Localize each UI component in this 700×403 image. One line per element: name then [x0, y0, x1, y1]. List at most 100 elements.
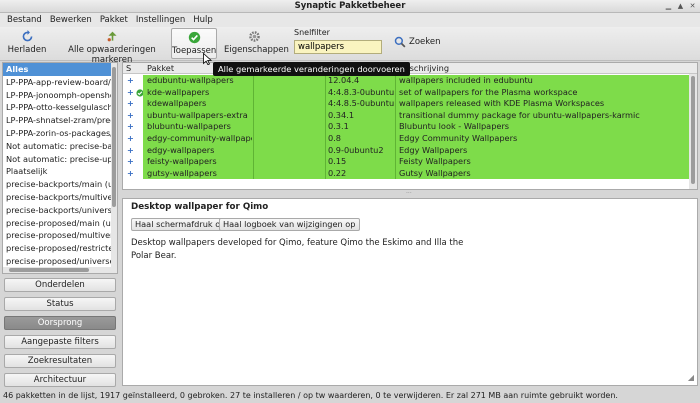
row-version: 0.15	[328, 156, 347, 167]
pane-splitter-handle[interactable]: ···	[406, 191, 412, 197]
sidebar-item[interactable]: Not automatic: precise-upda	[3, 153, 112, 166]
row-status[interactable]: +	[127, 75, 134, 87]
row-status[interactable]: +	[127, 133, 134, 145]
reload-icon	[22, 30, 32, 42]
menu-bewerken[interactable]: Bewerken	[46, 13, 96, 27]
sidebar-item[interactable]: LP-PPA-app-review-board/pr	[3, 76, 112, 89]
minimize-icon[interactable]: ▁	[663, 1, 674, 11]
row-name: feisty-wallpapers	[147, 156, 217, 167]
menu-bestand[interactable]: Bestand	[3, 13, 46, 27]
row-version: 0.8	[328, 133, 342, 143]
sidebar-item[interactable]: precise-proposed/main (ubu	[3, 217, 112, 230]
search-results-button[interactable]: Zoekresultaten	[4, 354, 116, 368]
details-text-line: Polar Bear.	[131, 251, 177, 261]
sidebar-item[interactable]: Not automatic: precise-back	[3, 140, 112, 153]
row-status[interactable]: +	[127, 145, 134, 157]
resize-grip-icon[interactable]: ◢	[688, 373, 694, 382]
row-version: 4:4.8.5-0ubuntu0.1	[328, 98, 394, 109]
row-name: kdewallpapers	[147, 98, 207, 109]
row-status[interactable]: +	[127, 156, 134, 168]
sidebar-item[interactable]: precise-proposed/universe (	[3, 255, 112, 268]
row-description: Edgy Wallpapers	[399, 144, 468, 155]
row-name: kde-wallpapers	[147, 86, 210, 97]
row-name: ubuntu-wallpapers-extra	[147, 109, 248, 120]
sidebar-item[interactable]: LP-PPA-jonoomph-openshot	[3, 89, 112, 102]
close-icon[interactable]: ✕	[687, 1, 698, 11]
row-version: 0.3.1	[328, 121, 349, 132]
sidebar-item[interactable]: LP-PPA-shnatsel-zram/precis	[3, 114, 112, 127]
row-description: Edgy Community Wallpapers	[399, 133, 518, 143]
table-row[interactable]: + feisty-wallpapers 0.15 Feisty Wallpape…	[123, 156, 697, 168]
row-status[interactable]: +	[127, 168, 134, 180]
sidebar-item[interactable]: precise-backports/multivers	[3, 191, 112, 204]
origin-button[interactable]: Oorsprong	[4, 316, 116, 330]
checkmark-icon	[188, 31, 200, 44]
row-description: wallpapers released with KDE Plasma Work…	[399, 98, 605, 109]
menu-hulp[interactable]: Hulp	[189, 13, 217, 27]
status-button[interactable]: Status	[4, 297, 116, 311]
row-status[interactable]: +	[127, 110, 134, 122]
row-name: gutsy-wallpapers	[147, 167, 217, 178]
origin-list: Alles LP-PPA-app-review-board/pr LP-PPA-…	[2, 62, 118, 274]
table-row[interactable]: + ubuntu-wallpapers-extra 0.34.1 transit…	[123, 109, 697, 122]
sidebar-item[interactable]: LP-PPA-zorin-os-packages/pr	[3, 127, 112, 140]
search-label: Zoeken	[409, 37, 441, 47]
row-status[interactable]: +	[127, 87, 134, 99]
table-row[interactable]: + edubuntu-wallpapers 12.04.4 wallpapers…	[123, 75, 697, 87]
properties-button[interactable]: Eigenschappen	[224, 28, 289, 59]
table-row[interactable]: + gutsy-wallpapers 0.22 Gutsy Wallpapers	[123, 167, 697, 180]
row-status[interactable]: +	[127, 121, 134, 133]
row-version: 4:4.8.3-0ubuntu0.1	[328, 86, 394, 97]
sidebar-item[interactable]: precise-proposed/multivers	[3, 229, 112, 242]
sections-button[interactable]: Onderdelen	[4, 278, 116, 292]
row-description: Feisty Wallpapers	[399, 156, 471, 167]
table-row[interactable]: + kdewallpapers 4:4.8.5-0ubuntu0.1 wallp…	[123, 98, 697, 110]
row-version: 0.34.1	[328, 109, 355, 120]
gear-icon	[248, 31, 260, 42]
reload-button[interactable]: Herladen	[6, 28, 48, 59]
table-row[interactable]: + kde-wallpapers 4:4.8.3-0ubuntu0.1 set …	[123, 86, 697, 99]
column-s[interactable]: S	[126, 63, 131, 74]
architecture-button[interactable]: Architectuur	[4, 373, 116, 387]
package-list-vscrollbar[interactable]	[689, 74, 697, 189]
menu-instellingen[interactable]: Instellingen	[132, 13, 189, 27]
table-row[interactable]: + edgy-community-wallpapers 0.8 Edgy Com…	[123, 133, 697, 145]
sidebar-item[interactable]: precise-backports/universe (	[3, 204, 112, 217]
mark-upgrades-icon	[107, 31, 117, 42]
row-name: edgy-wallpapers	[147, 144, 215, 155]
get-screenshot-button[interactable]: Haal schermafdruk op	[131, 218, 230, 231]
package-list: S Pakket Beschrijving + edubuntu-wallpap…	[122, 62, 698, 190]
sidebar-item[interactable]: Plaatselijk	[3, 165, 112, 178]
maximize-icon[interactable]: ▲	[675, 1, 686, 11]
sidebar-vscrollbar[interactable]	[111, 63, 117, 273]
status-bar: 46 pakketten in de lijst, 1917 geïnstall…	[0, 389, 700, 403]
row-version: 0.22	[328, 167, 347, 178]
sidebar-item[interactable]: LP-PPA-otto-kesselgulasch-g	[3, 101, 112, 114]
get-changelog-button[interactable]: Haal logboek van wijzigingen op	[219, 218, 360, 231]
mark-all-upgrades-button[interactable]: Alle opwaarderingen markeren	[54, 28, 170, 65]
quickfilter-label: Snelfilter	[294, 28, 330, 37]
sidebar-item-alles[interactable]: Alles	[3, 63, 112, 76]
properties-label: Eigenschappen	[224, 45, 289, 55]
search-icon	[394, 36, 406, 48]
sidebar-item[interactable]: precise-backports/main (us.a	[3, 178, 112, 191]
table-row[interactable]: + edgy-wallpapers 0.9-0ubuntu2 Edgy Wall…	[123, 144, 697, 157]
details-description: Desktop wallpapers developed for Qimo, f…	[131, 237, 471, 263]
toolbar: Herladen Alle opwaarderingen markeren To…	[0, 27, 700, 65]
row-version: 0.9-0ubuntu2	[328, 144, 384, 155]
table-row[interactable]: + blubuntu-wallpapers 0.3.1 Blubuntu loo…	[123, 121, 697, 133]
row-status[interactable]: +	[127, 98, 134, 110]
row-description: Gutsy Wallpapers	[399, 167, 471, 178]
mouse-cursor-icon	[203, 53, 212, 65]
search-button[interactable]: Zoeken	[394, 36, 441, 48]
apply-tooltip: Alle gemarkeerde veranderingen doorvoere…	[213, 62, 410, 76]
menu-pakket[interactable]: Pakket	[96, 13, 132, 27]
details-title: Desktop wallpaper for Qimo	[131, 202, 269, 212]
column-package[interactable]: Pakket	[147, 63, 174, 74]
window-title: Synaptic Pakketbeheer	[294, 1, 406, 11]
sidebar-hscrollbar[interactable]	[3, 267, 117, 273]
details-text-line: Desktop wallpapers developed for Qimo, f…	[131, 238, 464, 248]
quickfilter-input[interactable]	[294, 40, 382, 54]
sidebar-item[interactable]: precise-proposed/restricted	[3, 242, 112, 255]
custom-filters-button[interactable]: Aangepaste filters	[4, 335, 116, 349]
